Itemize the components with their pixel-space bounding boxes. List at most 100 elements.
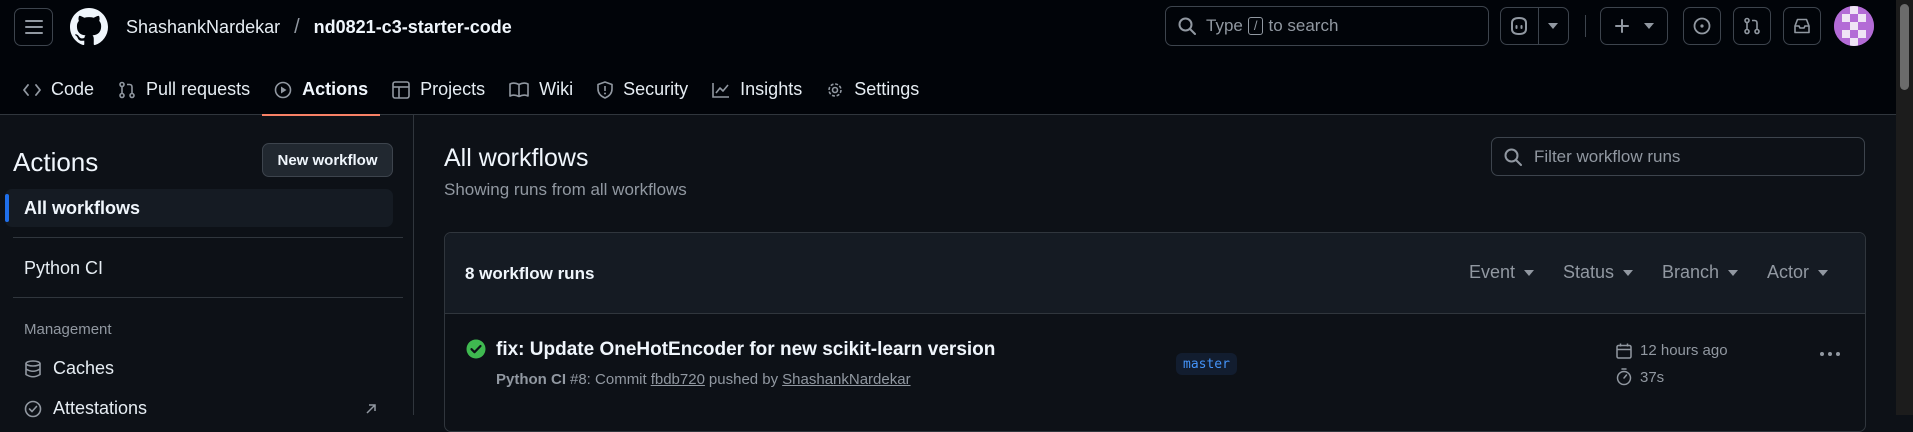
filter-label: Status xyxy=(1563,262,1615,282)
issue-opened-icon xyxy=(1693,17,1711,35)
chevron-down-icon xyxy=(1818,269,1829,276)
chevron-down-icon xyxy=(1548,23,1559,29)
run-duration-text: 37s xyxy=(1640,368,1665,386)
sidebar-divider xyxy=(13,237,403,238)
user-avatar[interactable] xyxy=(1834,6,1874,46)
kebab-horizontal-icon[interactable] xyxy=(1819,351,1841,357)
new-workflow-button[interactable]: New workflow xyxy=(262,143,393,177)
stopwatch-icon xyxy=(1616,368,1632,386)
sidebar-item-all-workflows[interactable]: All workflows xyxy=(5,189,393,227)
sidebar-item-attestations[interactable]: Attestations xyxy=(24,398,378,419)
app-header: ShashankNardekar / nd0821-c3-starter-cod… xyxy=(0,0,1913,116)
run-duration: 37s xyxy=(1616,368,1664,386)
sidebar-title: Actions xyxy=(13,147,99,177)
check-circle-fill-icon xyxy=(466,339,486,359)
copilot-icon xyxy=(1511,17,1528,35)
git-pull-request-icon xyxy=(119,81,135,98)
workflow-run-row xyxy=(445,315,1865,415)
workflow-runs-count: 8 workflow runs xyxy=(465,264,595,283)
code-icon xyxy=(23,83,41,96)
chevron-down-icon xyxy=(1524,269,1535,276)
tab-wiki[interactable]: Wiki xyxy=(497,64,585,115)
tab-label: Security xyxy=(623,79,689,99)
book-icon xyxy=(509,81,529,97)
github-logo-icon[interactable] xyxy=(70,8,108,46)
sidebar-divider xyxy=(13,297,403,298)
search-input[interactable]: Type / to search xyxy=(1165,6,1489,46)
tab-projects[interactable]: Projects xyxy=(380,64,497,115)
chevron-down-icon xyxy=(1644,23,1654,29)
commit-link[interactable]: fbdb720 xyxy=(651,371,705,388)
filter-placeholder: Filter workflow runs xyxy=(1534,146,1681,166)
status-filter-dropdown[interactable]: Status xyxy=(1563,262,1634,283)
identicon-icon xyxy=(1834,6,1874,46)
run-timestamp: 12 hours ago xyxy=(1616,342,1728,359)
database-icon xyxy=(25,359,41,378)
sidebar-link-label: Caches xyxy=(53,358,115,378)
pull-requests-button[interactable] xyxy=(1733,7,1771,45)
inbox-button[interactable] xyxy=(1783,7,1821,45)
external-link-icon xyxy=(366,404,376,414)
event-filter-dropdown[interactable]: Event xyxy=(1469,262,1535,283)
calendar-icon xyxy=(1616,343,1632,359)
play-icon xyxy=(274,81,292,98)
run-number: #8: Commit xyxy=(570,371,647,388)
search-icon xyxy=(1504,148,1522,166)
tab-code[interactable]: Code xyxy=(11,64,106,115)
issues-button[interactable] xyxy=(1683,7,1721,45)
filter-label: Event xyxy=(1469,262,1516,282)
menu-button[interactable] xyxy=(14,8,53,46)
page-scrollbar[interactable] xyxy=(1896,0,1913,415)
management-heading: Management xyxy=(24,321,112,338)
filter-workflow-runs-input[interactable]: Filter workflow runs xyxy=(1491,137,1865,176)
breadcrumb-separator: / xyxy=(294,15,300,38)
chevron-down-icon xyxy=(1728,269,1739,276)
tab-insights[interactable]: Insights xyxy=(700,64,814,115)
copilot-button-group xyxy=(1500,7,1569,45)
workflow-runs-box: 8 workflow runs Event Status Branch Acto… xyxy=(444,232,1866,432)
tab-label: Code xyxy=(51,79,95,99)
pushed-by-text: pushed by xyxy=(708,371,779,388)
branch-filter-dropdown[interactable]: Branch xyxy=(1662,262,1739,283)
tab-settings[interactable]: Settings xyxy=(814,64,931,115)
repo-tabs: Code Pull requests Actions Projects Wiki… xyxy=(0,64,931,116)
hamburger-icon xyxy=(24,20,43,34)
sidebar-item-python-ci[interactable]: Python CI xyxy=(5,249,393,287)
tab-security[interactable]: Security xyxy=(585,64,700,115)
tab-label: Projects xyxy=(420,79,486,99)
search-shortcut-key: / xyxy=(1247,17,1264,35)
actor-filter-dropdown[interactable]: Actor xyxy=(1767,262,1829,283)
graph-icon xyxy=(712,82,730,98)
tab-label: Wiki xyxy=(539,79,574,99)
repo-owner-link[interactable]: ShashankNardekar xyxy=(126,17,280,38)
header-divider xyxy=(1585,15,1586,37)
gear-icon xyxy=(828,82,843,97)
sidebar-item-caches[interactable]: Caches xyxy=(24,358,114,379)
actions-sidebar: Actions New workflow All workflows Pytho… xyxy=(0,115,414,418)
workflow-name: Python CI xyxy=(496,371,566,388)
search-suffix: to search xyxy=(1268,16,1339,35)
filter-label: Actor xyxy=(1767,262,1810,282)
tab-pull-requests[interactable]: Pull requests xyxy=(106,64,262,115)
workflow-run-meta: Python CI #8: Commit fbdb720 pushed by S… xyxy=(496,371,915,388)
branch-label[interactable]: master xyxy=(1176,353,1237,375)
actor-link[interactable]: ShashankNardekar xyxy=(782,371,910,388)
filter-label: Branch xyxy=(1662,262,1720,282)
scrollbar-thumb[interactable] xyxy=(1900,4,1909,90)
breadcrumb: ShashankNardekar / nd0821-c3-starter-cod… xyxy=(126,14,512,40)
tab-label: Pull requests xyxy=(146,79,251,99)
copilot-dropdown-button[interactable] xyxy=(1539,23,1568,29)
page-title: All workflows xyxy=(444,144,589,172)
sidebar-link-label: Attestations xyxy=(53,398,148,418)
workflow-run-title-link[interactable]: fix: Update OneHotEncoder for new scikit… xyxy=(496,339,995,361)
tab-label: Actions xyxy=(302,79,369,99)
git-pull-request-icon xyxy=(1744,17,1760,35)
tab-actions[interactable]: Actions xyxy=(262,64,381,116)
repo-name-link[interactable]: nd0821-c3-starter-code xyxy=(314,17,512,38)
tab-label: Insights xyxy=(740,79,803,99)
copilot-button[interactable] xyxy=(1501,17,1538,35)
shield-icon xyxy=(597,80,613,99)
create-new-button[interactable] xyxy=(1600,7,1668,45)
search-icon xyxy=(1178,17,1196,35)
inbox-icon xyxy=(1794,18,1810,34)
